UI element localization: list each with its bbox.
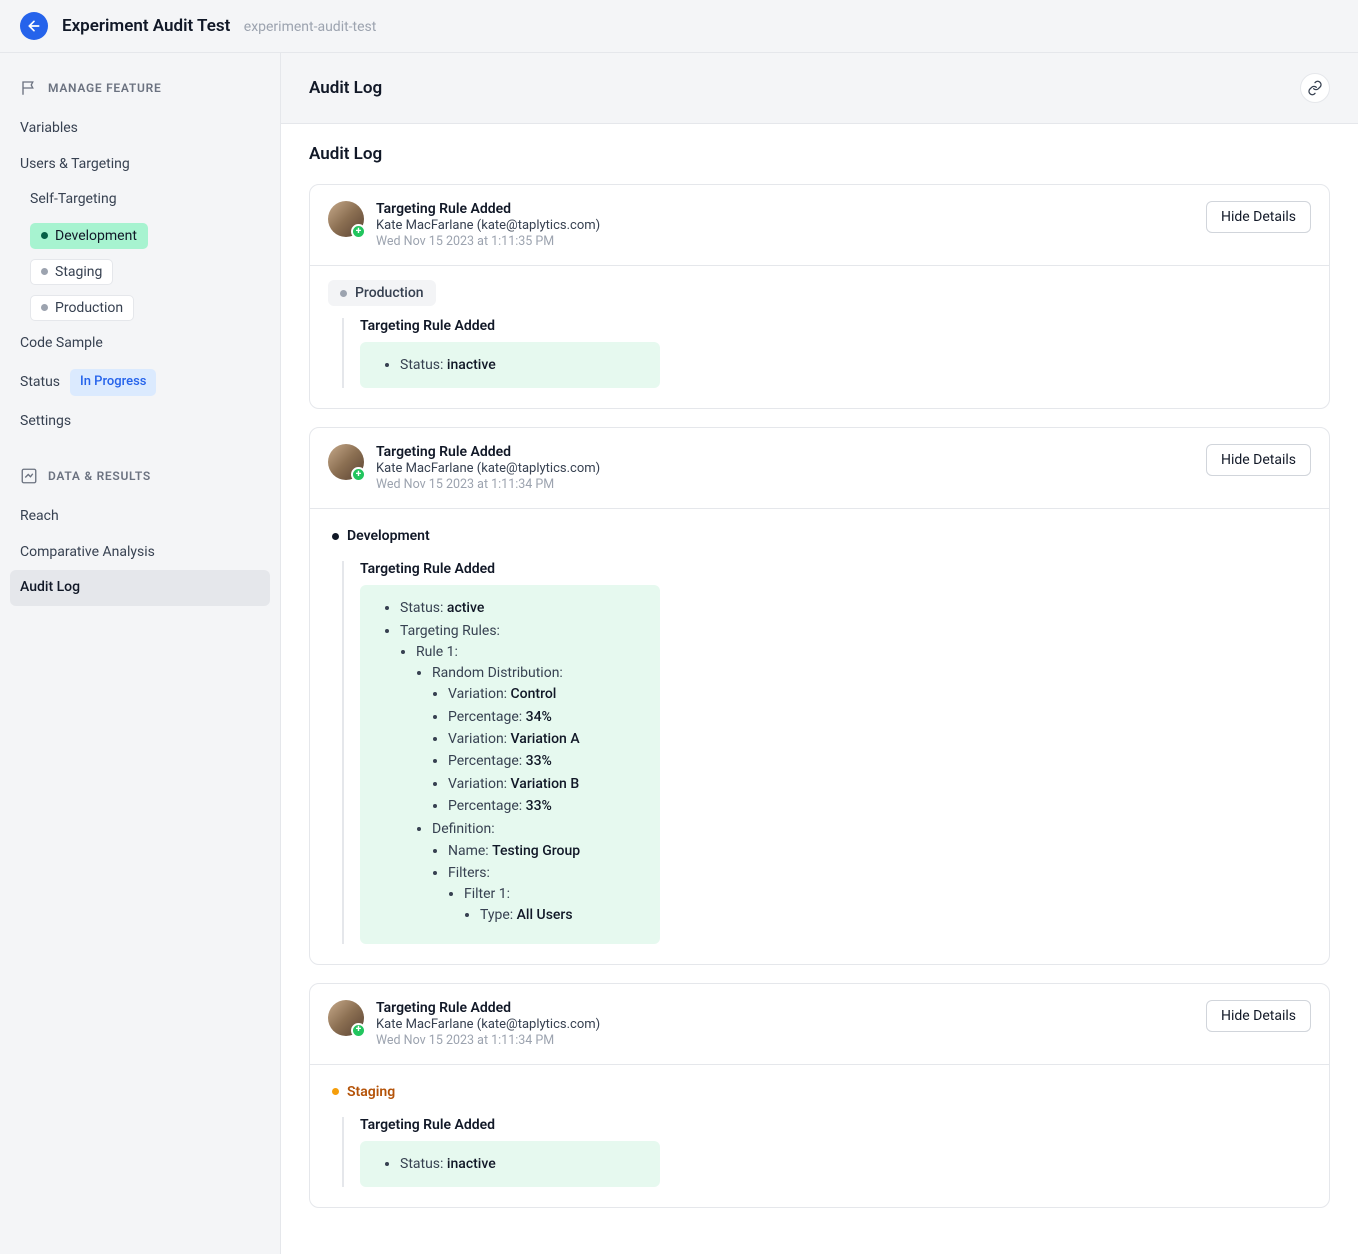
back-button[interactable] <box>20 12 48 40</box>
nav-code-sample[interactable]: Code Sample <box>20 326 260 362</box>
env-dot-icon <box>340 290 347 297</box>
top-bar: Experiment Audit Test experiment-audit-t… <box>0 0 1358 53</box>
audit-entry: Targeting Rule Added Kate MacFarlane (ka… <box>309 184 1330 409</box>
data-results-heading: DATA & RESULTS <box>20 467 260 485</box>
env-dot-icon <box>41 268 48 275</box>
chart-icon <box>20 467 38 485</box>
entry-title: Targeting Rule Added <box>376 1000 600 1016</box>
nav-self-targeting[interactable]: Self-Targeting <box>20 182 260 218</box>
audit-entry: Targeting Rule Added Kate MacFarlane (ka… <box>309 983 1330 1208</box>
env-pill-staging: Staging <box>328 1079 407 1105</box>
nav-status[interactable]: Status In Progress <box>20 361 260 403</box>
audit-entry: Targeting Rule Added Kate MacFarlane (ka… <box>309 427 1330 964</box>
detail-title: Targeting Rule Added <box>360 1117 1311 1133</box>
entry-title: Targeting Rule Added <box>376 444 600 460</box>
content-subheader: Audit Log <box>309 144 1330 164</box>
entry-user: Kate MacFarlane (kate@taplytics.com) <box>376 1017 600 1032</box>
detail-card: Status: inactive <box>360 342 660 388</box>
page-title: Experiment Audit Test <box>62 16 230 36</box>
main-header: Audit Log <box>281 53 1358 124</box>
nav-users-targeting[interactable]: Users & Targeting <box>20 147 260 183</box>
hide-details-button[interactable]: Hide Details <box>1206 444 1311 476</box>
main: Audit Log Audit Log Targeting Rule Added… <box>280 53 1358 1254</box>
copy-link-button[interactable] <box>1300 73 1330 103</box>
manage-feature-heading: MANAGE FEATURE <box>20 79 260 97</box>
status-badge: In Progress <box>70 369 156 395</box>
detail-title: Targeting Rule Added <box>360 561 1311 577</box>
avatar <box>328 444 364 480</box>
link-icon <box>1307 80 1323 96</box>
page-title-wrap: Experiment Audit Test experiment-audit-t… <box>62 16 376 36</box>
content: Audit Log Targeting Rule Added Kate MacF… <box>281 124 1358 1254</box>
page-slug: experiment-audit-test <box>244 19 377 35</box>
hide-details-button[interactable]: Hide Details <box>1206 1000 1311 1032</box>
hide-details-button[interactable]: Hide Details <box>1206 201 1311 233</box>
entry-time: Wed Nov 15 2023 at 1:11:35 PM <box>376 234 600 249</box>
entry-user: Kate MacFarlane (kate@taplytics.com) <box>376 461 600 476</box>
detail-title: Targeting Rule Added <box>360 318 1311 334</box>
entry-title: Targeting Rule Added <box>376 201 600 217</box>
entry-time: Wed Nov 15 2023 at 1:11:34 PM <box>376 477 600 492</box>
nav-reach[interactable]: Reach <box>20 499 260 535</box>
env-pill-production: Production <box>328 280 436 306</box>
env-pill-development: Development <box>328 523 442 549</box>
avatar <box>328 1000 364 1036</box>
arrow-left-icon <box>26 18 42 34</box>
flag-icon <box>20 79 38 97</box>
main-title: Audit Log <box>309 78 382 98</box>
detail-card: Status: inactive <box>360 1141 660 1187</box>
env-chip-production[interactable]: Production <box>30 295 134 321</box>
nav-variables[interactable]: Variables <box>20 111 260 147</box>
plus-badge-icon <box>351 467 366 482</box>
env-chip-staging[interactable]: Staging <box>30 259 113 285</box>
plus-badge-icon <box>351 224 366 239</box>
nav-settings[interactable]: Settings <box>20 404 260 440</box>
entry-time: Wed Nov 15 2023 at 1:11:34 PM <box>376 1033 600 1048</box>
env-dot-icon <box>332 1088 339 1095</box>
env-dot-icon <box>332 533 339 540</box>
env-dot-icon <box>41 232 48 239</box>
nav-audit-log[interactable]: Audit Log <box>10 570 270 606</box>
env-dot-icon <box>41 304 48 311</box>
env-chip-development[interactable]: Development <box>30 223 148 249</box>
plus-badge-icon <box>351 1023 366 1038</box>
sidebar: MANAGE FEATURE Variables Users & Targeti… <box>0 53 280 1254</box>
detail-card: Status: active Targeting Rules: Rule 1: … <box>360 585 660 943</box>
nav-env-wrap: Development Staging Production <box>20 218 260 326</box>
avatar <box>328 201 364 237</box>
entry-user: Kate MacFarlane (kate@taplytics.com) <box>376 218 600 233</box>
nav-comparative-analysis[interactable]: Comparative Analysis <box>20 535 260 571</box>
